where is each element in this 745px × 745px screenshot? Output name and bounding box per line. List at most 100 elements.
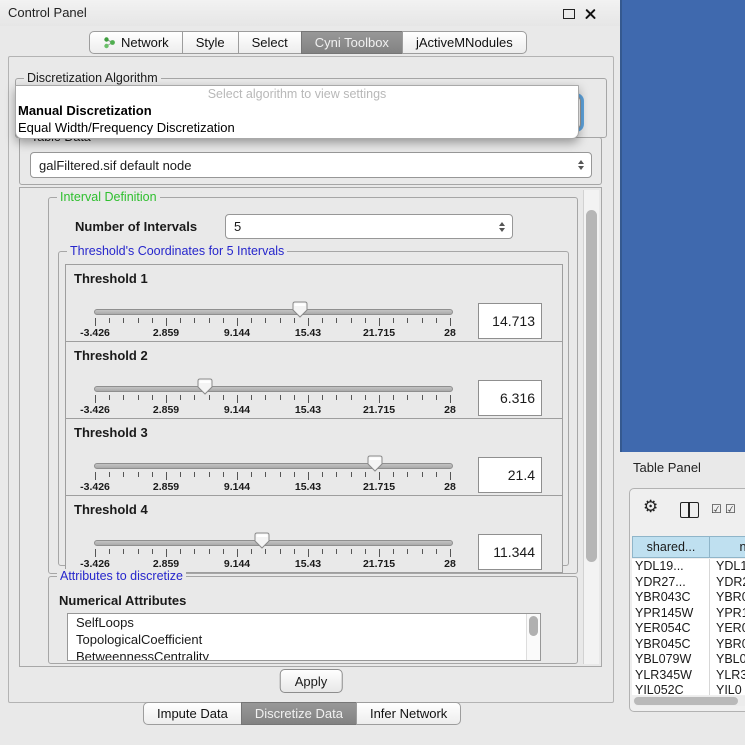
- dropdown-option-equal-width[interactable]: Equal Width/Frequency Discretization: [16, 119, 578, 136]
- tick-mark: [294, 395, 295, 400]
- tick-mark: [95, 318, 96, 326]
- scale-label: 15.43: [295, 327, 321, 339]
- attribute-item[interactable]: TopologicalCoefficient: [68, 631, 540, 648]
- list-scrollbar[interactable]: [526, 614, 540, 660]
- cell-shared-name: YER054C: [632, 621, 709, 637]
- scale-label: 28: [444, 558, 456, 570]
- tick-mark: [365, 395, 366, 400]
- tab-network[interactable]: Network: [89, 31, 183, 54]
- tick-mark: [138, 318, 139, 323]
- column-header-name[interactable]: na: [709, 536, 745, 558]
- tick-mark: [166, 318, 167, 326]
- table-row[interactable]: YDL19...YDL1: [632, 559, 745, 575]
- tick-mark: [138, 549, 139, 554]
- settings-scrollbar-thumb[interactable]: [586, 210, 597, 562]
- interval-definition-label: Interval Definition: [57, 190, 160, 204]
- table-horizontal-scrollbar-thumb[interactable]: [634, 697, 738, 705]
- tab-impute-data[interactable]: Impute Data: [143, 702, 242, 725]
- dropdown-option-manual-discretization[interactable]: Manual Discretization: [16, 102, 578, 119]
- table-row[interactable]: YIL052CYIL0: [632, 683, 745, 695]
- threshold-value-field[interactable]: 6.316: [478, 380, 542, 416]
- close-icon[interactable]: [585, 8, 596, 19]
- dropdown-placeholder-item[interactable]: Select algorithm to view settings: [16, 86, 578, 102]
- tick-mark: [450, 395, 451, 403]
- tick-mark: [336, 472, 337, 477]
- column-header-label: shared...: [647, 540, 696, 554]
- tab-select[interactable]: Select: [238, 31, 302, 54]
- slider-handle[interactable]: [197, 378, 213, 395]
- tab-infer-network[interactable]: Infer Network: [356, 702, 461, 725]
- checkbox-checked-icon[interactable]: ☑: [725, 503, 736, 515]
- table-row[interactable]: YBL079WYBL0: [632, 652, 745, 668]
- scale-label: -3.426: [80, 327, 110, 339]
- tick-mark: [209, 395, 210, 400]
- tick-mark: [280, 318, 281, 323]
- table-row[interactable]: YLR345WYLR3: [632, 668, 745, 684]
- tick-mark: [194, 549, 195, 554]
- attribute-item[interactable]: BetweennessCentrality: [68, 648, 540, 661]
- tab-jactivemnodules[interactable]: jActiveMNodules: [402, 31, 527, 54]
- numerical-attributes-list[interactable]: SelfLoopsTopologicalCoefficientBetweenne…: [67, 613, 541, 661]
- float-window-icon[interactable]: [563, 9, 575, 19]
- apply-button[interactable]: Apply: [280, 669, 343, 693]
- slider-handle[interactable]: [254, 532, 270, 549]
- threshold-value-field[interactable]: 14.713: [478, 303, 542, 339]
- scale-label: 2.859: [153, 327, 179, 339]
- tick-mark: [123, 472, 124, 477]
- slider-track[interactable]: [94, 386, 453, 392]
- table-data-combobox[interactable]: galFiltered.sif default node: [30, 152, 592, 178]
- checkbox-checked-icon[interactable]: ☑: [711, 503, 722, 515]
- column-header-shared-name[interactable]: shared...: [632, 536, 710, 558]
- table-row[interactable]: YDR27...YDR2: [632, 575, 745, 591]
- table-row[interactable]: YBR043CYBR0: [632, 590, 745, 606]
- control-panel: Control Panel NetworkStyleSelectCyni Too…: [0, 0, 620, 745]
- settings-scrollbar[interactable]: [583, 190, 599, 664]
- slider-handle[interactable]: [367, 455, 383, 472]
- tick-mark: [237, 318, 238, 326]
- slider-track[interactable]: [94, 463, 453, 469]
- scale-label: 28: [444, 404, 456, 416]
- threshold-label: Threshold 4: [74, 502, 148, 517]
- gear-icon[interactable]: ⚙: [643, 498, 658, 515]
- threshold-value-field[interactable]: 21.4: [478, 457, 542, 493]
- table-horizontal-scrollbar[interactable]: [633, 696, 745, 706]
- tick-mark: [209, 318, 210, 323]
- tab-cyni-toolbox[interactable]: Cyni Toolbox: [301, 31, 403, 54]
- slider-track[interactable]: [94, 540, 453, 546]
- slider-handle[interactable]: [292, 301, 308, 318]
- cell-shared-name: YDL19...: [632, 559, 709, 575]
- scale-label: 15.43: [295, 558, 321, 570]
- attribute-item[interactable]: SelfLoops: [68, 614, 540, 631]
- scale-label: 9.144: [224, 481, 250, 493]
- tick-mark: [379, 549, 380, 557]
- settings-scrollpane: Interval Definition Number of Intervals …: [19, 187, 602, 667]
- table-row[interactable]: YER054CYER0: [632, 621, 745, 637]
- tick-mark: [422, 549, 423, 554]
- tab-label: Infer Network: [370, 706, 447, 721]
- split-columns-icon[interactable]: [680, 502, 699, 518]
- panel-title: Control Panel: [8, 0, 87, 26]
- tick-mark: [209, 549, 210, 554]
- slider-ticks: [95, 472, 451, 482]
- table-row[interactable]: YBR045CYBR0: [632, 637, 745, 653]
- tick-mark: [294, 318, 295, 323]
- number-of-intervals-combobox[interactable]: 5: [225, 214, 513, 239]
- number-of-intervals-label: Number of Intervals: [75, 219, 197, 234]
- scale-label: 9.144: [224, 327, 250, 339]
- tick-mark: [251, 395, 252, 400]
- table-row[interactable]: YPR145WYPR1: [632, 606, 745, 622]
- threshold-value-field[interactable]: 11.344: [478, 534, 542, 570]
- tab-discretize-data[interactable]: Discretize Data: [241, 702, 357, 725]
- slider-track[interactable]: [94, 309, 453, 315]
- tick-mark: [322, 549, 323, 554]
- cell-name: YPR1: [709, 606, 745, 622]
- tick-mark: [237, 472, 238, 480]
- tab-style[interactable]: Style: [182, 31, 239, 54]
- tick-mark: [393, 318, 394, 323]
- list-scrollbar-thumb[interactable]: [529, 616, 538, 636]
- tick-mark: [450, 472, 451, 480]
- tick-mark: [95, 549, 96, 557]
- scale-label: 21.715: [363, 327, 395, 339]
- scale-label: 15.43: [295, 481, 321, 493]
- algorithm-dropdown-popup: Select algorithm to view settings Manual…: [15, 85, 579, 139]
